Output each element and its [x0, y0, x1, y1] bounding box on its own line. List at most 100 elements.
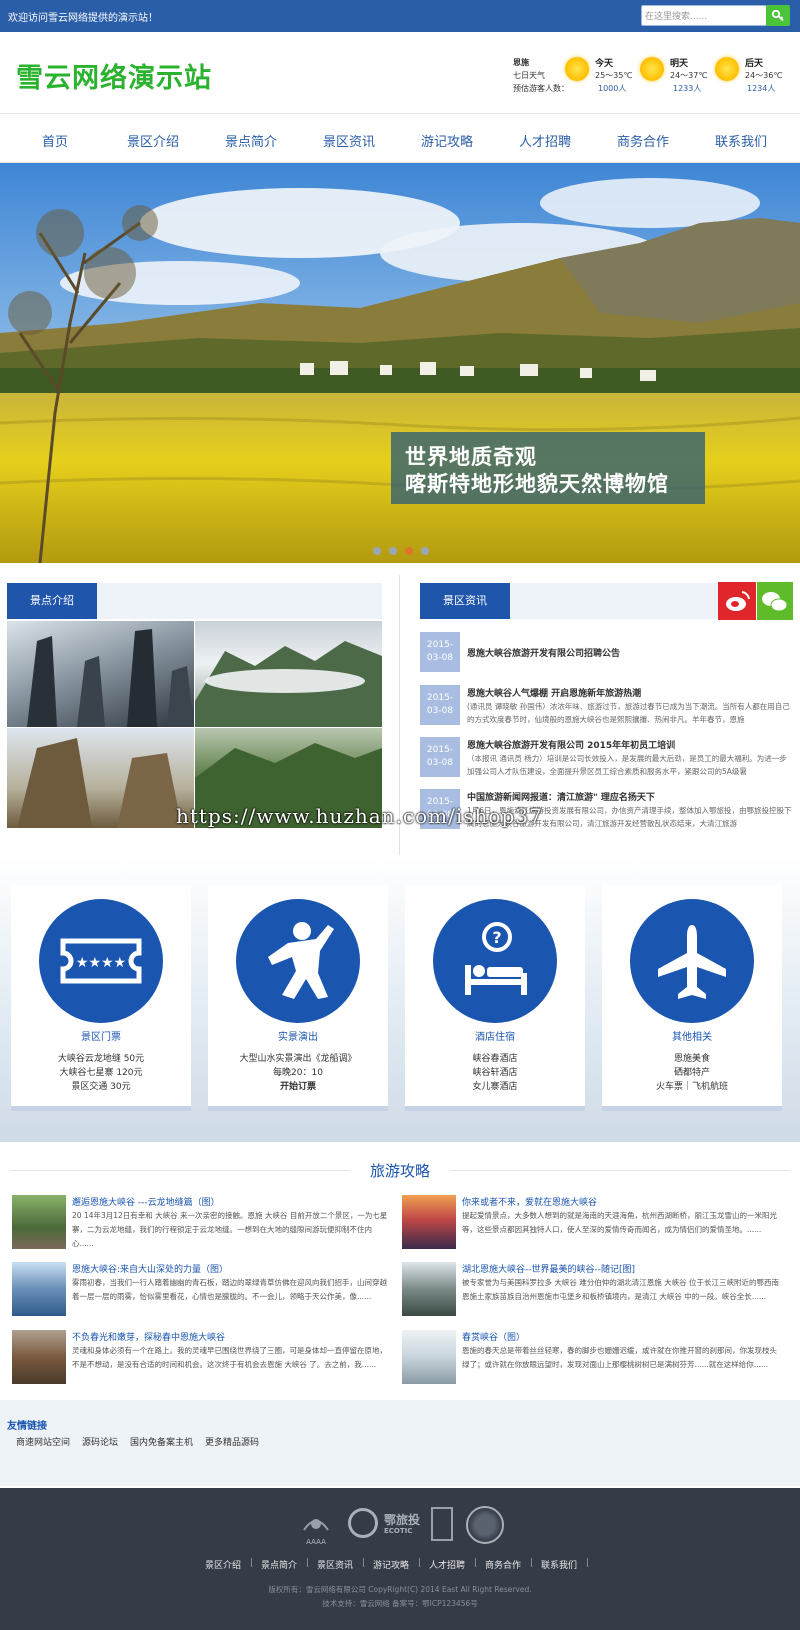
weather-visitors: 1234人 [747, 84, 776, 93]
book-tickets-link[interactable]: 开始订票 [208, 1079, 388, 1092]
news-date-year: 2015- [426, 640, 454, 650]
nav-spots[interactable]: 景点简介 [202, 131, 300, 150]
guide-summary: 灵魂和身体必须有一个在路上。我的灵魂早已围绕世界绕了三圈，可是身体却一直停留在原… [72, 1346, 387, 1369]
nav-scenic-intro[interactable]: 景区介绍 [104, 131, 202, 150]
guide-title[interactable]: 邂逅恩施大峡谷 ---云龙地缝篇（图） [72, 1195, 220, 1208]
footer-separator: | [530, 1558, 534, 1568]
friend-link[interactable]: 国内免备案主机 [130, 1435, 193, 1448]
service-line[interactable]: 火车票｜飞机航班 [602, 1079, 782, 1092]
news-date: 2015- 03-08 [420, 737, 460, 777]
footer-link[interactable]: 景区资讯 [317, 1558, 353, 1571]
footer-link[interactable]: 人才招聘 [429, 1558, 465, 1571]
weather-label: 七日天气 [513, 71, 545, 80]
aaaa-scenic-logo: AAAA [296, 1506, 336, 1546]
ecotic-logo-mark [348, 1508, 378, 1538]
guide-title[interactable]: 湖北恩施大峡谷--世界最美的峡谷--随记[图] [462, 1262, 635, 1275]
friend-link[interactable]: 源码论坛 [82, 1435, 118, 1448]
friend-link[interactable]: 更多精品源码 [205, 1435, 259, 1448]
service-line[interactable]: 大峡谷云龙地缝 50元 [11, 1051, 191, 1064]
weather-visitors: 1233人 [673, 84, 702, 93]
guide-title[interactable]: 你来或者不来，爱就在恩施大峡谷 [462, 1195, 597, 1208]
weather-temp: 25～35℃ [595, 71, 633, 80]
visitors-label: 预估游客人数： [513, 84, 569, 93]
sun-icon [565, 57, 589, 81]
footer-link[interactable]: 商务合作 [485, 1558, 521, 1571]
banner-caption-line2: 喀斯特地形地貌天然博物馆 [405, 471, 669, 496]
guide-title[interactable]: 不负春光和嫩芽，探秘春中恩施大峡谷 [72, 1330, 225, 1343]
guide-title[interactable]: 春赏峡谷（图） [462, 1330, 525, 1343]
service-line[interactable]: 女儿寨酒店 [405, 1079, 585, 1092]
nav-contact[interactable]: 联系我们 [692, 131, 790, 150]
friend-link[interactable]: 商速网站空间 [16, 1435, 70, 1448]
service-line[interactable]: 峡谷春酒店 [405, 1051, 585, 1064]
slider-dot[interactable] [373, 547, 381, 555]
guide-thumbnail[interactable] [402, 1195, 456, 1249]
service-line[interactable]: 硒都特产 [602, 1065, 782, 1078]
service-line[interactable]: 景区交通 30元 [11, 1079, 191, 1092]
weather-visitors: 1000人 [598, 84, 627, 93]
weather-temp: 24～36℃ [745, 71, 783, 80]
service-line[interactable]: 恩施美食 [602, 1051, 782, 1064]
footer-link[interactable]: 游记攻略 [373, 1558, 409, 1571]
spot-photo-rock-peaks[interactable] [7, 728, 194, 828]
footer-separator: | [474, 1558, 478, 1568]
slider-dot[interactable] [421, 547, 429, 555]
news-title[interactable]: 恩施大峡谷旅游开发有限公司 2015年年初员工培训 [467, 738, 675, 751]
guide-summary: 雾雨初春，当我们一行人踏着幽幽的青石板，踏边的翠绿青草仿佛在迎风向我们招手，山间… [72, 1278, 387, 1301]
spot-photo-misty-cliffs[interactable] [195, 621, 382, 727]
service-line[interactable]: 大峡谷七星寨 120元 [11, 1065, 191, 1078]
nav-news[interactable]: 景区资讯 [300, 131, 398, 150]
watermark-text: https://www.huzhan.com/ishop37 [176, 804, 543, 828]
news-title[interactable]: 恩施大峡谷人气爆棚 开启恩施新年旅游热潮 [467, 686, 641, 699]
guide-title[interactable]: 恩施大峡谷:来自大山深处的力量（图） [72, 1262, 228, 1275]
wechat-button[interactable] [757, 582, 793, 620]
strategy-section-title[interactable]: 旅游攻略 [0, 1160, 800, 1181]
intro-section-title[interactable]: 景点介绍 [7, 583, 97, 619]
service-title[interactable]: 景区门票 [11, 1028, 191, 1043]
news-date-day: 03-08 [426, 758, 454, 768]
footer-link[interactable]: 景点简介 [261, 1558, 297, 1571]
news-section-title[interactable]: 景区资讯 [420, 583, 510, 619]
nav-home[interactable]: 首页 [6, 131, 104, 150]
search-placeholder: 在这里搜索...... [645, 12, 708, 22]
guide-thumbnail[interactable] [402, 1330, 456, 1384]
guide-thumbnail[interactable] [12, 1262, 66, 1316]
weather-day: 后天 [745, 59, 764, 69]
footer-separator: | [250, 1558, 254, 1568]
service-title[interactable]: 实景演出 [208, 1028, 388, 1043]
guide-summary: 恩施的春天总是带着丝丝轻寒，春的脚步也姗姗迟缓，或许就在你推开窗的刹那间，你发现… [462, 1346, 777, 1369]
news-date-day: 03-08 [426, 653, 454, 663]
news-date-day: 03-08 [426, 706, 454, 716]
seal-logo [431, 1507, 453, 1541]
footer-separator: | [418, 1558, 422, 1568]
aaaa-label: AAAA [306, 1538, 326, 1546]
guide-thumbnail[interactable] [402, 1262, 456, 1316]
slider-dot[interactable] [389, 547, 397, 555]
news-title[interactable]: 中国旅游新闻网报道：清江旅游" 理应名扬天下 [467, 790, 655, 803]
nav-business[interactable]: 商务合作 [594, 131, 692, 150]
slider-dot-active[interactable] [405, 547, 413, 555]
weibo-button[interactable] [718, 582, 756, 620]
service-line[interactable]: 大型山水实景演出《龙船调》 [208, 1051, 388, 1064]
emblem-logo [466, 1506, 504, 1544]
ecotic-en-name: ECOTIC [384, 1527, 413, 1535]
copyright-text: 版权所有：雪云网络有限公司 CopyRight(C) 2014 East All… [268, 1585, 532, 1594]
footer-separator: | [586, 1558, 590, 1568]
footer-link[interactable]: 景区介绍 [205, 1558, 241, 1571]
news-title[interactable]: 恩施大峡谷旅游开发有限公司招聘公告 [467, 646, 620, 659]
nav-guides[interactable]: 游记攻略 [398, 131, 496, 150]
guide-thumbnail[interactable] [12, 1330, 66, 1384]
ecotic-name: 鄂旅投 [384, 1513, 421, 1527]
service-title[interactable]: 其他相关 [602, 1028, 782, 1043]
spot-photo-pillars[interactable] [7, 621, 194, 727]
footer-link[interactable]: 联系我们 [541, 1558, 577, 1571]
service-line[interactable]: 峡谷轩酒店 [405, 1065, 585, 1078]
service-title[interactable]: 酒店住宿 [405, 1028, 585, 1043]
guide-summary: 被专家誉为与美国科罗拉多 大峡谷 难分伯仲的湖北清江恩施 大峡谷 位于长江三峡附… [462, 1278, 780, 1301]
site-logo[interactable]: 雪云网络演示站 [16, 56, 212, 95]
search-button[interactable] [766, 5, 790, 26]
key-icon [771, 9, 784, 22]
nav-jobs[interactable]: 人才招聘 [496, 131, 594, 150]
service-line[interactable]: 每晚20：10 [208, 1065, 388, 1078]
guide-thumbnail[interactable] [12, 1195, 66, 1249]
